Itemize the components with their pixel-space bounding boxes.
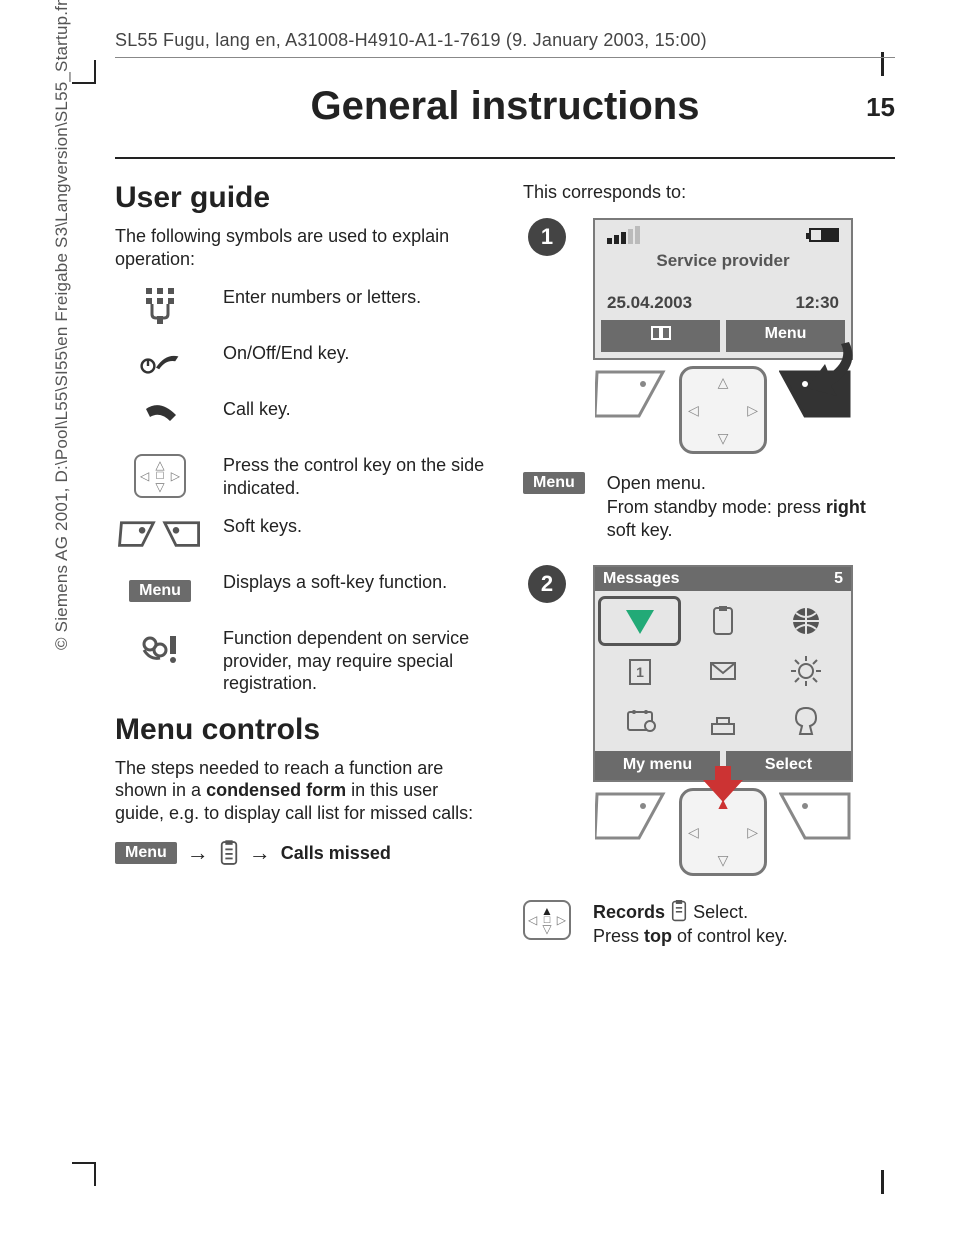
heading-user-guide: User guide [115,181,487,215]
user-guide-intro: The following symbols are used to explai… [115,225,487,270]
corresponds-label: This corresponds to: [523,181,895,204]
control-key-up-icon: ▲ ▽ ◁ ▷ ☐ [523,900,571,940]
menu-item-camera[interactable] [768,649,845,693]
press-top-line: Press top of control key. [593,925,895,948]
from-standby-text: From standby mode: press right soft key. [607,496,895,543]
provider-dependent-icon [115,627,205,667]
menu-item-internet[interactable] [768,599,845,643]
menu-softkey-icon: Menu [115,571,205,611]
power-key-desc: On/Off/End key. [223,342,487,365]
keypad-icon [115,286,205,326]
svg-text:1: 1 [636,664,644,680]
menu-softkey-desc: Displays a soft-key function. [223,571,487,594]
phone-standby-screen: Service provider 25.04.2003 12:30 Menu [593,218,853,361]
left-softkey-phonebook[interactable] [601,320,720,353]
control-cluster: △ ▽ ◁ ▷ [593,366,853,456]
records-icon [670,900,688,922]
crop-mark [72,1162,96,1186]
title-rule [115,157,895,159]
control-cluster: ▲ ▽ ◁ ▷ [593,788,853,878]
control-key-desc: Press the control key on the side indica… [223,454,487,499]
step-1-marker: 1 [528,218,566,256]
date-label: 25.04.2003 [607,292,692,314]
vertical-copyright: © Siemens AG 2001, D:\Pool\L55\SI55\en F… [52,0,72,650]
provider-label: Service provider [601,250,845,272]
crop-mark [72,60,96,84]
call-key-desc: Call key. [223,398,487,421]
right-softkey-shape[interactable] [779,792,851,842]
menu-item-sim[interactable]: 1 [601,649,678,693]
records-icon [219,840,239,866]
heading-menu-controls: Menu controls [115,713,487,747]
menu-item-records[interactable] [601,599,678,643]
page-title: General instructions [115,84,895,129]
keypad-desc: Enter numbers or letters. [223,286,487,309]
battery-icon [809,228,839,242]
records-select-line: Records Select. [593,900,895,924]
page-number: 15 [866,92,895,123]
highlight-arrow-icon [799,340,859,400]
arrow-icon: → [249,840,271,866]
left-softkey-shape[interactable] [595,792,667,842]
path-target: Calls missed [281,843,391,864]
crop-mark [881,1170,884,1194]
call-key-icon [115,398,205,438]
menu-chip: Menu [115,842,177,864]
menu-path: Menu → → Calls missed [115,840,487,866]
menu-item-messages[interactable] [684,649,761,693]
provider-dependent-desc: Function dependent on service provider, … [223,627,487,695]
power-key-icon [115,342,205,382]
menu-header-count: 5 [834,569,843,590]
phone-menu-screen: Messages 5 1 [593,565,853,783]
open-menu-text: Open menu. [607,472,895,495]
menu-item-organiser[interactable] [601,699,678,743]
control-key-icon: △ ▽ ◁ ▷ ☐ [115,454,205,498]
step-2-marker: 2 [528,565,566,603]
highlight-arrow-icon [698,764,748,804]
menu-header-title: Messages [603,569,680,590]
running-head: SL55 Fugu, lang en, A31008-H4910-A1-1-76… [115,30,895,58]
menu-controls-para: The steps needed to reach a function are… [115,757,487,825]
signal-icon [607,228,640,244]
menu-chip: Menu [523,472,585,494]
arrow-icon: → [187,840,209,866]
menu-item-profiles[interactable] [684,699,761,743]
menu-item-extras[interactable] [768,699,845,743]
soft-keys-icon [115,515,205,555]
dpad[interactable]: △ ▽ ◁ ▷ [679,366,767,454]
menu-chip: Menu [129,580,191,602]
soft-keys-desc: Soft keys. [223,515,487,538]
menu-item-phonebook[interactable] [684,599,761,643]
time-label: 12:30 [796,292,839,314]
left-softkey-shape[interactable] [595,370,667,420]
